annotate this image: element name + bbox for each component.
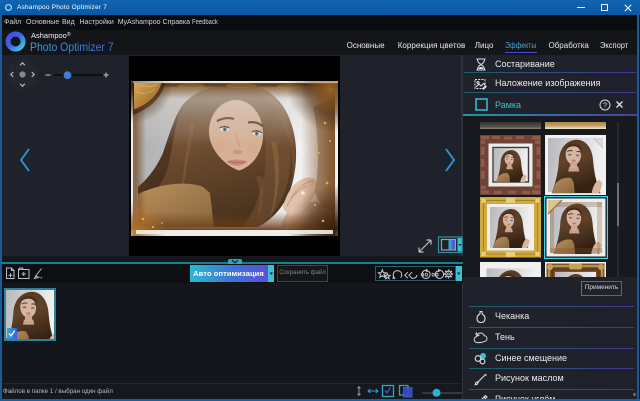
svg-text:?: ? — [602, 100, 606, 109]
